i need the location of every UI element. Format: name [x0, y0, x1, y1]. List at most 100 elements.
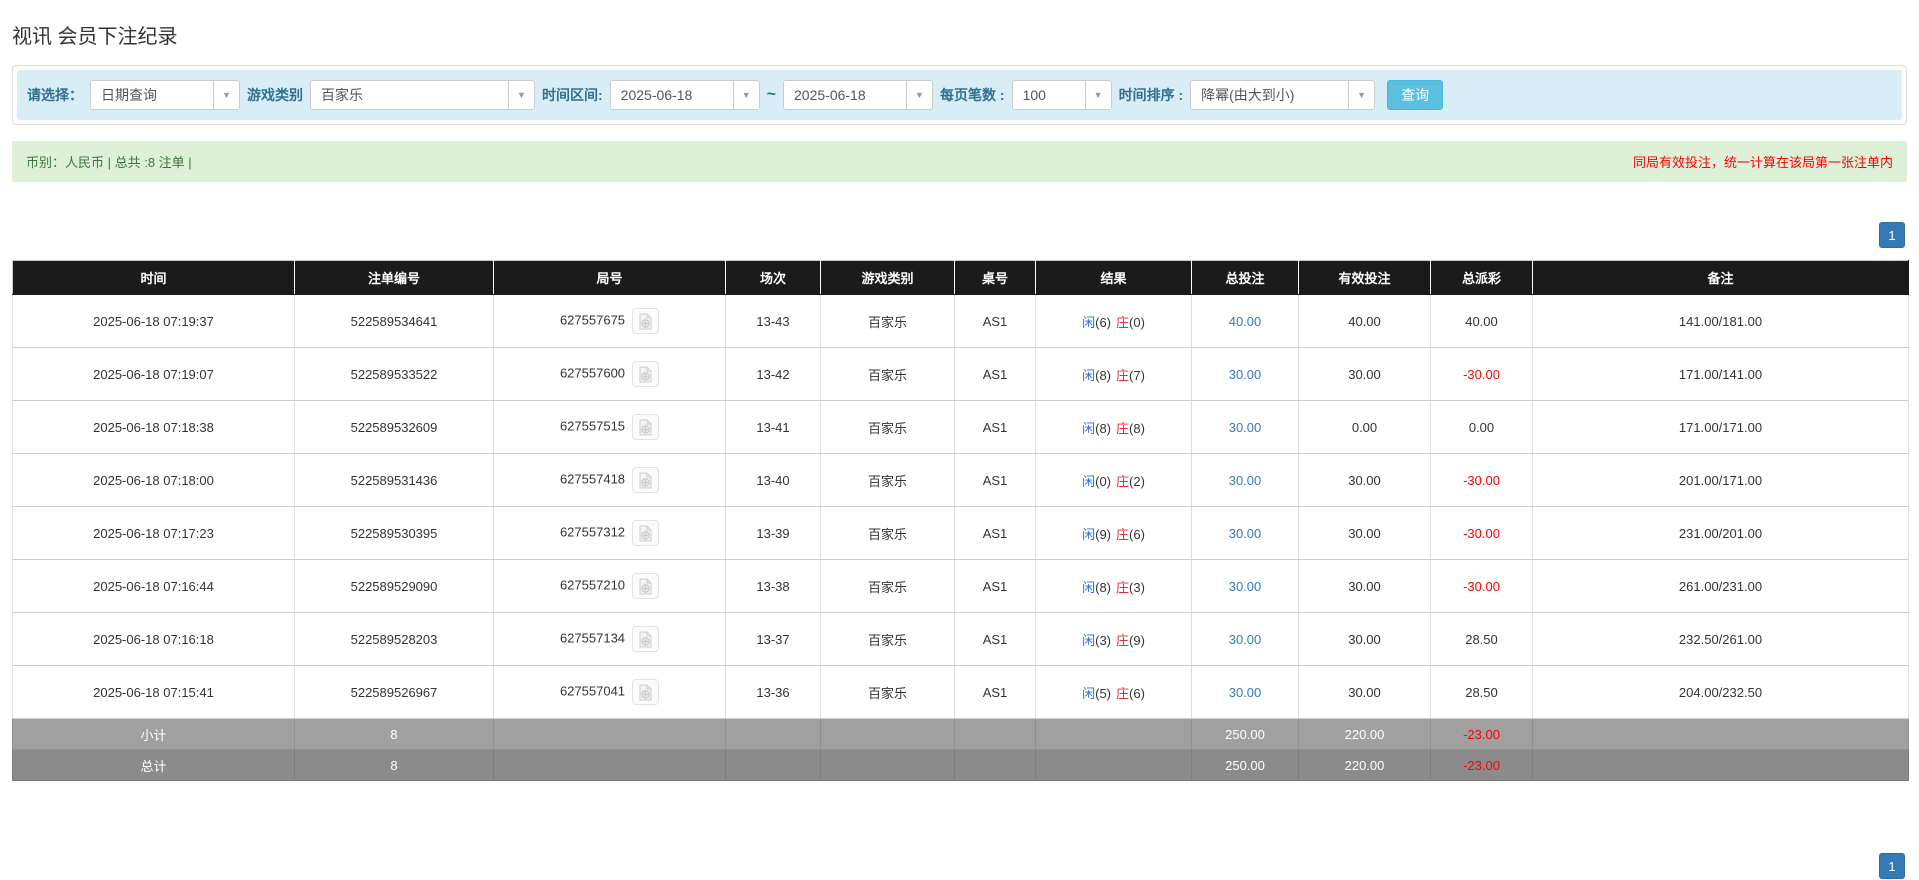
cell-remark: 171.00/171.00 — [1532, 400, 1909, 454]
banker-result-score: (0) — [1129, 314, 1145, 330]
cell-result: 闲(8) 庄(7) — [1035, 347, 1192, 401]
player-result-score: (8) — [1095, 420, 1111, 436]
page-1-button[interactable]: 1 — [1879, 853, 1905, 879]
cell-payout: 40.00 — [1430, 294, 1533, 348]
page-title: 视讯 会员下注纪录 — [12, 26, 178, 48]
cell-result: 闲(8) 庄(3) — [1035, 559, 1192, 613]
cell-payout: -30.00 — [1430, 347, 1533, 401]
total-bet-link[interactable]: 40.00 — [1229, 314, 1262, 329]
subtotal-count: 8 — [294, 718, 494, 750]
header-result: 结果 — [1035, 260, 1192, 295]
video-replay-button[interactable] — [632, 467, 660, 493]
video-replay-button[interactable] — [632, 414, 660, 440]
cell-table-no: AS1 — [954, 347, 1036, 401]
cell-table-no: AS1 — [954, 612, 1036, 666]
cell-total-bet: 30.00 — [1191, 347, 1299, 401]
banker-result-label: 庄 — [1116, 685, 1130, 701]
total-bet-link[interactable]: 30.00 — [1229, 526, 1262, 541]
total-bet-link[interactable]: 30.00 — [1229, 420, 1262, 435]
table-row: 2025-06-18 07:16:44 522589529090 6275572… — [12, 559, 1909, 613]
cell-payout: -30.00 — [1430, 453, 1533, 507]
video-replay-button[interactable] — [632, 626, 660, 652]
sort-select[interactable]: 降幂(由大到小) ▼ — [1190, 80, 1376, 110]
subtotal-total-bet: 250.00 — [1191, 718, 1299, 750]
date-from-select[interactable]: 2025-06-18 ▼ — [609, 80, 760, 110]
player-result-label: 闲 — [1082, 632, 1096, 648]
cell-session: 13-38 — [725, 559, 821, 613]
mode-select[interactable]: 日期查询 ▼ — [90, 80, 240, 110]
round-id-text: 627557210 — [559, 577, 626, 593]
cell-round-id: 627557515 — [493, 400, 726, 454]
video-replay-button[interactable] — [632, 520, 660, 546]
cell-payout: 28.50 — [1430, 665, 1533, 719]
grand-total-valid-bet: 220.00 — [1298, 749, 1431, 781]
cell-game-type: 百家乐 — [820, 400, 955, 454]
cell-game-type: 百家乐 — [820, 506, 955, 560]
player-result-score: (9) — [1095, 526, 1111, 542]
video-replay-button[interactable] — [632, 573, 660, 599]
pagination-top: 1 — [14, 222, 1905, 248]
summary-bar: 币别：人民币 | 总共 :8 注单 | 同局有效投注，统一计算在该局第一张注单内 — [12, 141, 1907, 182]
round-id-text: 627557041 — [559, 683, 626, 699]
total-bet-link[interactable]: 30.00 — [1229, 367, 1262, 382]
banker-result-score: (6) — [1129, 526, 1145, 542]
mode-select-value: 日期查询 — [101, 87, 157, 103]
cell-time: 2025-06-18 07:15:41 — [12, 665, 295, 719]
cell-total-bet: 30.00 — [1191, 400, 1299, 454]
player-result-score: (3) — [1095, 632, 1111, 648]
video-replay-button[interactable] — [632, 679, 660, 705]
cell-round-id: 627557418 — [493, 453, 726, 507]
total-bet-link[interactable]: 30.00 — [1229, 473, 1262, 488]
video-replay-button[interactable] — [632, 308, 660, 334]
header-total-bet: 总投注 — [1191, 260, 1299, 295]
game-type-select[interactable]: 百家乐 ▼ — [310, 80, 535, 110]
grand-total-payout: -23.00 — [1430, 749, 1533, 781]
subtotal-row: 小计 8 250.00 220.00 -23.00 — [12, 718, 1909, 750]
total-bet-link[interactable]: 30.00 — [1229, 685, 1262, 700]
table-row: 2025-06-18 07:18:00 522589531436 6275574… — [12, 453, 1909, 507]
cell-total-bet: 30.00 — [1191, 559, 1299, 613]
cell-total-bet: 30.00 — [1191, 665, 1299, 719]
sort-select-value: 降幂(由大到小) — [1201, 87, 1295, 103]
cell-bet-id: 522589529090 — [294, 559, 494, 613]
page-1-button[interactable]: 1 — [1879, 222, 1905, 248]
table-row: 2025-06-18 07:16:18 522589528203 6275571… — [12, 612, 1909, 666]
pagination-bottom: 1 — [1879, 853, 1905, 879]
cell-valid-bet: 30.00 — [1298, 347, 1431, 401]
cell-game-type: 百家乐 — [820, 294, 955, 348]
cell-session: 13-39 — [725, 506, 821, 560]
round-id-text: 627557675 — [559, 312, 626, 328]
date-to-select[interactable]: 2025-06-18 ▼ — [783, 80, 934, 110]
filter-panel: 请选择： 日期查询 ▼ 游戏类别 百家乐 ▼ 时间区间: 2025-06-18 … — [12, 65, 1907, 125]
header-remark: 备注 — [1532, 260, 1909, 295]
grand-total-count: 8 — [294, 749, 494, 781]
cell-time: 2025-06-18 07:18:38 — [12, 400, 295, 454]
cell-time: 2025-06-18 07:16:18 — [12, 612, 295, 666]
total-bet-link[interactable]: 30.00 — [1229, 579, 1262, 594]
cell-valid-bet: 30.00 — [1298, 559, 1431, 613]
video-replay-button[interactable] — [632, 361, 660, 387]
player-result-score: (5) — [1095, 685, 1111, 701]
subtotal-valid-bet: 220.00 — [1298, 718, 1431, 750]
bet-records-table: 时间 注单编号 局号 场次 游戏类别 桌号 结果 总投注 有效投注 总派彩 备注… — [12, 260, 1909, 781]
chevron-down-icon: ▼ — [508, 81, 534, 109]
page-size-select[interactable]: 100 ▼ — [1011, 80, 1112, 110]
page-size-value: 100 — [1022, 87, 1046, 103]
player-result-label: 闲 — [1082, 526, 1096, 542]
round-id-text: 627557600 — [559, 365, 626, 381]
banker-result-score: (2) — [1129, 473, 1145, 489]
subtotal-payout: -23.00 — [1430, 718, 1533, 750]
player-result-label: 闲 — [1082, 685, 1096, 701]
header-table-no: 桌号 — [954, 260, 1036, 295]
currency-summary: 币别：人民币 | 总共 :8 注单 | — [26, 155, 192, 170]
cell-result: 闲(5) 庄(6) — [1035, 665, 1192, 719]
query-button[interactable]: 查询 — [1387, 80, 1444, 110]
total-bet-link[interactable]: 30.00 — [1229, 632, 1262, 647]
banker-result-label: 庄 — [1116, 367, 1130, 383]
cell-payout: -30.00 — [1430, 559, 1533, 613]
cell-payout: 0.00 — [1430, 400, 1533, 454]
video-file-icon — [639, 525, 652, 541]
cell-result: 闲(8) 庄(8) — [1035, 400, 1192, 454]
cell-time: 2025-06-18 07:16:44 — [12, 559, 295, 613]
cell-result: 闲(0) 庄(2) — [1035, 453, 1192, 507]
